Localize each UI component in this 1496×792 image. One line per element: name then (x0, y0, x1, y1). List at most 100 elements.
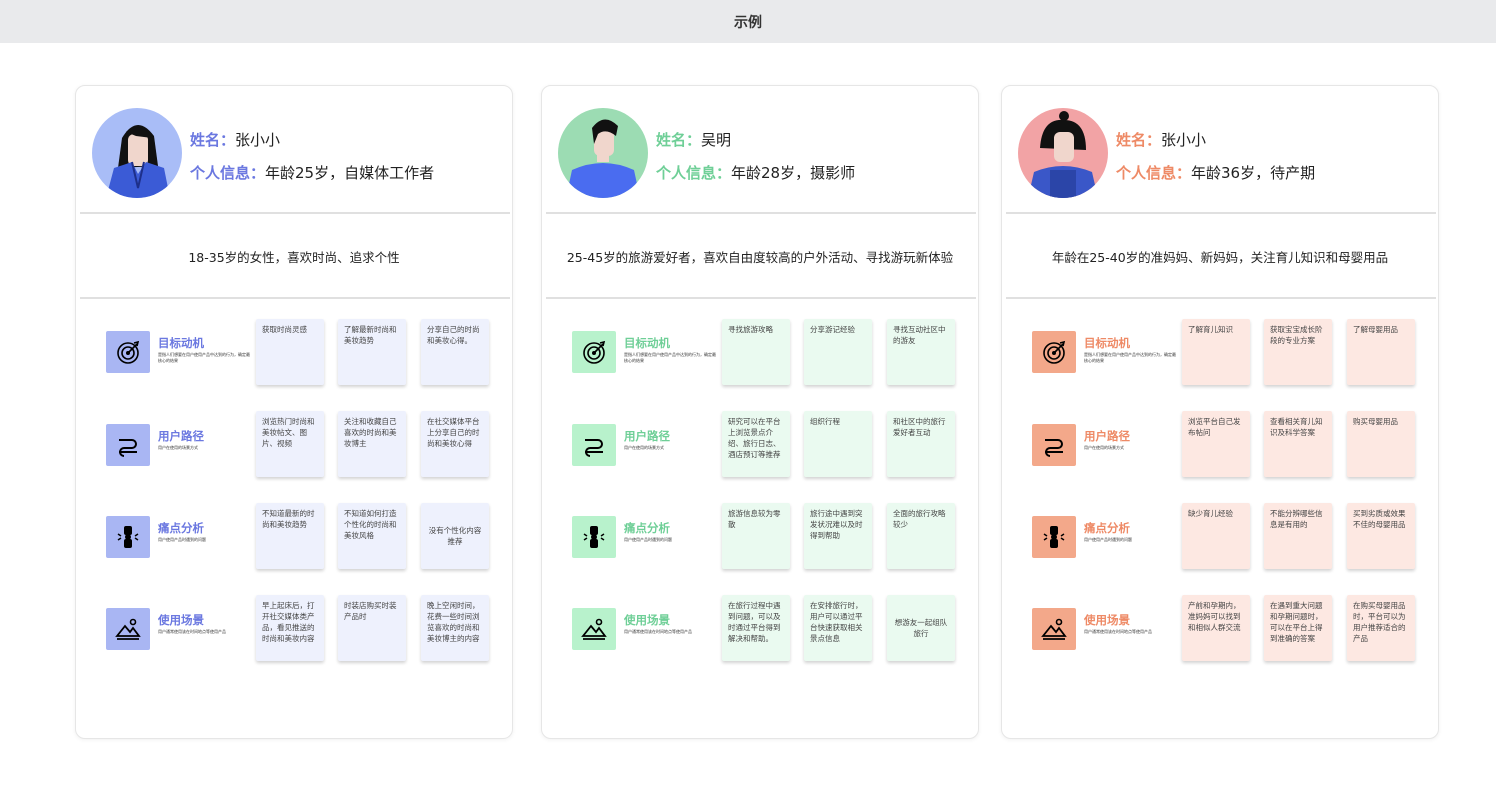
persona-header: 姓名：吴明 个人信息：年龄28岁，摄影师 (542, 86, 978, 214)
name-label: 姓名： (656, 131, 702, 149)
sticky-note: 关注和收藏自己喜欢的时尚和美妆博主 (338, 411, 406, 477)
page-title: 示例 (734, 14, 762, 31)
sticky-note: 分享游记经验 (804, 319, 872, 385)
section-title: 痛点分析 (1084, 521, 1130, 535)
sticky-note: 全面的旅行攻略较少 (887, 503, 955, 569)
sticky-note: 旅游信息较为零散 (722, 503, 790, 569)
sticky-note: 旅行途中遇到突发状况难以及时得到帮助 (804, 503, 872, 569)
sticky-note: 组织行程 (804, 411, 872, 477)
persona-description: 年龄在25-40岁的准妈妈、新妈妈，关注育儿知识和母婴用品 (1051, 249, 1389, 265)
info-label: 个人信息： (1116, 164, 1192, 182)
section-title: 痛点分析 (158, 521, 204, 535)
info-label: 个人信息： (656, 164, 732, 182)
persona-description: 25-45岁的旅游爱好者，喜欢自由度较高的户外活动、寻找游玩新体验 (566, 249, 954, 265)
divider (1006, 297, 1436, 299)
target-icon (106, 331, 150, 373)
section-title: 目标动机 (624, 336, 670, 350)
path-icon (1032, 424, 1076, 466)
divider (546, 297, 976, 299)
sticky-note: 在旅行过程中遇到问题，可以及时通过平台得到解决和帮助。 (722, 595, 790, 661)
path-icon (572, 424, 616, 466)
sticky-note: 获取时尚灵感 (256, 319, 324, 385)
sticky-note: 不知道如何打造个性化的时尚和美妆风格 (338, 503, 406, 569)
section-title: 使用场景 (1084, 613, 1130, 627)
section-title: 用户路径 (158, 429, 204, 443)
sticky-note: 产前和孕期内，准妈妈可以找到和相似人群交流 (1182, 595, 1250, 661)
pain-icon (1032, 516, 1076, 558)
sticky-note: 获取宝宝成长阶段的专业方案 (1264, 319, 1332, 385)
avatar (558, 108, 648, 198)
section-subtitle: 用户在使用的场景方式 (158, 445, 198, 450)
sticky-note: 浏览热门时尚和美妆帖文、图片、视频 (256, 411, 324, 477)
divider (80, 297, 510, 299)
info-value: 年龄28岁，摄影师 (731, 164, 856, 182)
sticky-note: 时装店购买时装产品时 (338, 595, 406, 661)
section-subtitle: 是指人们想要在用户使用产品中达到的行为，确定最核心的结果 (624, 352, 716, 363)
sticky-note: 在遇到重大问题和孕期问题时，可以在平台上得到准确的答案 (1264, 595, 1332, 661)
sticky-note: 想游友一起组队旅行 (887, 595, 955, 661)
avatar (92, 108, 182, 198)
persona-card: 姓名：张小小个人信息：年龄36岁，待产期年龄在25-40岁的准妈妈、新妈妈，关注… (1001, 85, 1439, 739)
target-icon (572, 331, 616, 373)
sticky-note: 没有个性化内容推荐 (421, 503, 489, 569)
persona-info: 姓名：吴明 个人信息：年龄28岁，摄影师 (656, 124, 855, 190)
sticky-note: 查看相关育儿知识及科学答案 (1264, 411, 1332, 477)
section-title: 用户路径 (1084, 429, 1130, 443)
info-label: 个人信息： (190, 164, 266, 182)
section-subtitle: 用户在使用的场景方式 (1084, 445, 1124, 450)
sticky-note: 分享自己的时尚和美妆心得。 (421, 319, 489, 385)
section-title: 目标动机 (158, 336, 204, 350)
name-label: 姓名： (1116, 131, 1162, 149)
sticky-note: 和社区中的旅行爱好者互动 (887, 411, 955, 477)
scene-icon (1032, 608, 1076, 650)
section-subtitle: 是指人们想要在用户使用产品中达到的行为，确定最核心的结果 (158, 352, 250, 363)
sticky-note: 购买母婴用品 (1347, 411, 1415, 477)
sticky-note: 晚上空闲时间，花费一些时间浏览喜欢的时尚和美妆博主的内容 (421, 595, 489, 661)
scene-icon (572, 608, 616, 650)
section-subtitle: 用户使用产品时遇到的问题 (158, 537, 206, 542)
target-icon (1032, 331, 1076, 373)
section-title: 用户路径 (624, 429, 670, 443)
section-subtitle: 用户使用产品时遇到的问题 (1084, 537, 1132, 542)
section-subtitle: 用户通常使用该在时间地点等使用产品 (624, 629, 692, 634)
section-subtitle: 用户在使用的场景方式 (624, 445, 664, 450)
sticky-note: 寻找旅游攻略 (722, 319, 790, 385)
persona-info: 姓名：张小小个人信息：年龄36岁，待产期 (1116, 124, 1315, 190)
info-value: 年龄36岁，待产期 (1191, 164, 1316, 182)
sticky-note: 寻找互动社区中的游友 (887, 319, 955, 385)
name-value: 张小小 (235, 131, 281, 149)
section-title: 目标动机 (1084, 336, 1130, 350)
section-title: 使用场景 (158, 613, 204, 627)
pain-icon (106, 516, 150, 558)
sticky-note: 缺少育儿经验 (1182, 503, 1250, 569)
section-subtitle: 用户通常使用该在时间地点等使用产品 (1084, 629, 1152, 634)
persona-info: 姓名：张小小 个人信息：年龄25岁，自媒体工作者 (190, 124, 434, 190)
sticky-note: 买到劣质或效果不佳的母婴用品 (1347, 503, 1415, 569)
sticky-note: 研究可以在平台上浏览景点介绍、旅行日志、酒店预订等推荐 (722, 411, 790, 477)
pain-icon (572, 516, 616, 558)
path-icon (106, 424, 150, 466)
sticky-note: 在安排旅行时，用户可以通过平台快速获取相关景点信息 (804, 595, 872, 661)
section-title: 使用场景 (624, 613, 670, 627)
info-value: 年龄25岁，自媒体工作者 (265, 164, 435, 182)
sticky-note: 了解最新时尚和美妆趋势 (338, 319, 406, 385)
sticky-note: 浏览平台自己发布帖问 (1182, 411, 1250, 477)
section-subtitle: 是指人们想要在用户使用产品中达到的行为，确定最核心的结果 (1084, 352, 1176, 363)
name-value: 张小小 (1161, 131, 1207, 149)
section-title: 痛点分析 (624, 521, 670, 535)
persona-card: 姓名：张小小 个人信息：年龄25岁，自媒体工作者 18-35岁的女性，喜欢时尚、追求… (75, 85, 513, 739)
sticky-note: 不能分辨哪些信息是有用的 (1264, 503, 1332, 569)
sticky-note: 了解育儿知识 (1182, 319, 1250, 385)
sticky-note: 了解母婴用品 (1347, 319, 1415, 385)
avatar (1018, 108, 1108, 198)
sticky-note: 在购买母婴用品时，平台可以为用户推荐适合的产品 (1347, 595, 1415, 661)
scene-icon (106, 608, 150, 650)
persona-description: 18-35岁的女性，喜欢时尚、追求个性 (188, 249, 400, 265)
persona-card: 姓名：吴明 个人信息：年龄28岁，摄影师 25-45岁的旅游爱好者，喜欢自由度较高的… (541, 85, 979, 739)
section-subtitle: 用户使用产品时遇到的问题 (624, 537, 672, 542)
sticky-note: 早上起床后，打开社交媒体类产品，看见推送的时尚和美妆内容 (256, 595, 324, 661)
persona-header: 姓名：张小小 个人信息：年龄25岁，自媒体工作者 (76, 86, 512, 214)
sticky-note: 在社交媒体平台上分享自己的时尚和美妆心得 (421, 411, 489, 477)
top-bar: 示例 (0, 0, 1496, 43)
section-subtitle: 用户通常使用该在时间地点等使用产品 (158, 629, 226, 634)
